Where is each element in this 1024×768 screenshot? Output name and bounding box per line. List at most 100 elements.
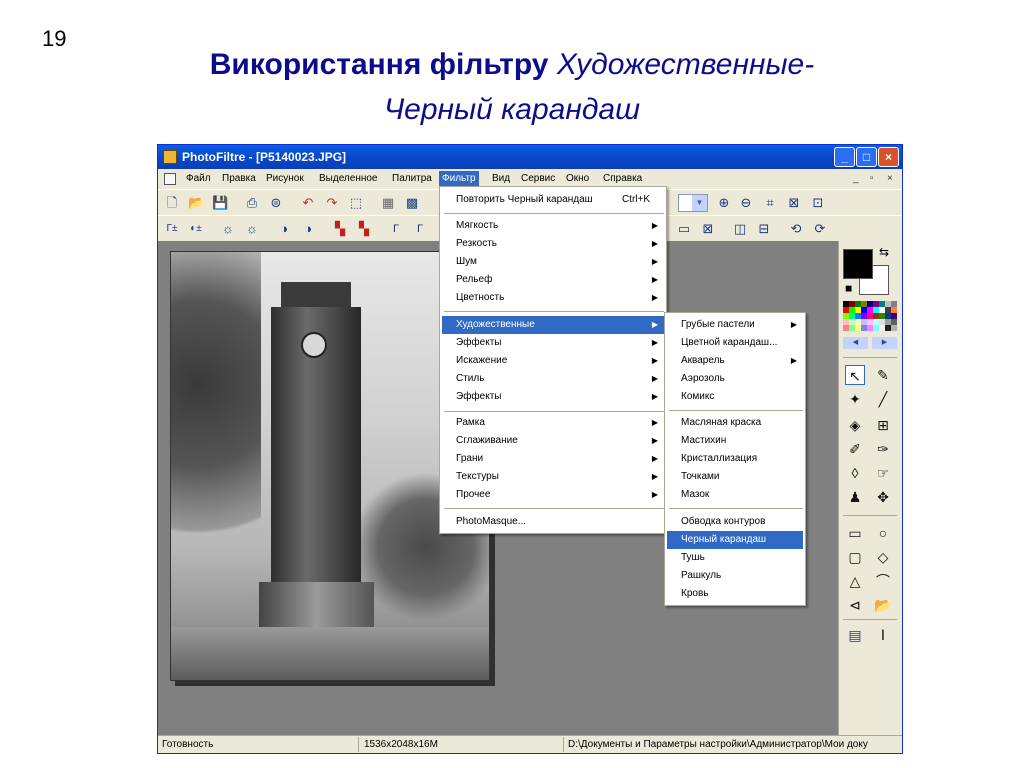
submenu-item-outline[interactable]: Обводка контуров bbox=[667, 513, 803, 531]
grid-icon[interactable]: ▦ bbox=[380, 195, 396, 211]
menu-item-frame[interactable]: Рамка ▶ bbox=[442, 414, 664, 432]
menu-item-effects-2[interactable]: Эффекты ▶ bbox=[442, 388, 664, 406]
menu-item-color[interactable]: Цветность ▶ bbox=[442, 289, 664, 307]
menu-filter[interactable]: Фильтр bbox=[439, 171, 479, 186]
foreground-color[interactable] bbox=[843, 249, 873, 279]
menu-item-other[interactable]: Прочее ▶ bbox=[442, 486, 664, 504]
brightness-up-icon[interactable]: ☼ bbox=[244, 221, 260, 237]
menu-window[interactable]: Окно bbox=[566, 173, 589, 184]
document-icon[interactable] bbox=[164, 173, 176, 185]
zoom-in-icon[interactable]: ⊕ bbox=[716, 195, 732, 211]
save-icon[interactable]: 💾 bbox=[212, 195, 228, 211]
mdi-restore-button[interactable]: ▫ bbox=[870, 173, 874, 184]
submenu-item-crystallize[interactable]: Кристаллизация bbox=[667, 450, 803, 468]
menu-item-relief[interactable]: Рельеф ▶ bbox=[442, 271, 664, 289]
menu-selection[interactable]: Выделенное bbox=[319, 173, 378, 184]
mirror-icon[interactable]: ◫ bbox=[732, 221, 748, 237]
menu-view[interactable]: Вид bbox=[492, 173, 510, 184]
actual-size-icon[interactable]: ⊠ bbox=[786, 195, 802, 211]
menu-item-distortion[interactable]: Искажение ▶ bbox=[442, 352, 664, 370]
diamond-tool-icon[interactable]: ◇ bbox=[873, 547, 893, 567]
redo-icon[interactable]: ↷ bbox=[324, 195, 340, 211]
menu-item-repeat[interactable]: Повторить Черный карандаш Ctrl+K bbox=[442, 191, 664, 209]
stamp-tool-icon[interactable]: ♟ bbox=[845, 487, 865, 507]
submenu-item-palette-knife[interactable]: Мастихин bbox=[667, 432, 803, 450]
submenu-item-watercolor[interactable]: Акварель ▶ bbox=[667, 352, 803, 370]
blur-tool-icon[interactable]: ◊ bbox=[845, 463, 865, 483]
zoom-out-icon[interactable]: ⊖ bbox=[738, 195, 754, 211]
magic-wand-tool-icon[interactable]: ✦ bbox=[845, 389, 865, 409]
new-icon[interactable]: 🗋 bbox=[164, 195, 180, 211]
line-tool-icon[interactable]: ╱ bbox=[873, 389, 893, 409]
menu-item-textures[interactable]: Текстуры ▶ bbox=[442, 468, 664, 486]
submenu-item-ink[interactable]: Тушь bbox=[667, 549, 803, 567]
submenu-item-pointillize[interactable]: Точками bbox=[667, 468, 803, 486]
select-all-icon[interactable]: ⬚ bbox=[348, 195, 364, 211]
fit-window-icon[interactable]: ⌗ bbox=[762, 195, 778, 211]
menu-item-photomasque[interactable]: PhotoMasque... bbox=[442, 513, 664, 531]
brush-tool-icon[interactable]: ✐ bbox=[845, 439, 865, 459]
mdi-close-button[interactable]: × bbox=[887, 173, 893, 184]
rotate-right-icon[interactable]: ⟳ bbox=[812, 221, 828, 237]
palette-swatch[interactable] bbox=[891, 325, 897, 331]
print-icon[interactable]: ⎙ bbox=[244, 195, 260, 211]
text-tool-icon[interactable]: Ⅰ bbox=[873, 625, 893, 645]
brightness-down-icon[interactable]: ☼ bbox=[220, 221, 236, 237]
menu-tools[interactable]: Сервис bbox=[521, 173, 555, 184]
advanced-brush-tool-icon[interactable]: ✑ bbox=[873, 439, 893, 459]
auto-contrast-icon[interactable]: ◐± bbox=[188, 221, 204, 237]
menu-item-edges[interactable]: Грани ▶ bbox=[442, 450, 664, 468]
fullscreen-icon[interactable]: ⊡ bbox=[810, 195, 826, 211]
pointer-tool-icon[interactable]: ↖ bbox=[845, 365, 865, 385]
submenu-item-black-pencil[interactable]: Черный карандаш bbox=[667, 531, 803, 549]
fill-selection-icon[interactable]: ▤ bbox=[845, 625, 865, 645]
flip-icon[interactable]: ⊟ bbox=[756, 221, 772, 237]
color-picker-icon[interactable]: ▩ bbox=[404, 195, 420, 211]
submenu-item-charcoal[interactable]: Рашкуль bbox=[667, 567, 803, 585]
open-icon[interactable]: 📂 bbox=[188, 195, 204, 211]
menu-image[interactable]: Рисунок bbox=[266, 173, 304, 184]
submenu-item-comic[interactable]: Комикс bbox=[667, 388, 803, 406]
gamma-up-icon[interactable]: Γ bbox=[412, 221, 428, 237]
clone-tool-icon[interactable]: ✥ bbox=[873, 487, 893, 507]
window-titlebar[interactable]: PhotoFiltre - [P5140023.JPG] _ □ × bbox=[158, 145, 902, 169]
minimize-button[interactable]: _ bbox=[834, 147, 855, 167]
menu-item-sharpness[interactable]: Резкость ▶ bbox=[442, 235, 664, 253]
submenu-item-color-pencil[interactable]: Цветной карандаш... bbox=[667, 334, 803, 352]
app-icon[interactable] bbox=[163, 150, 177, 164]
menu-palette[interactable]: Палитра bbox=[392, 173, 432, 184]
palette-next-button[interactable]: ▶ bbox=[872, 337, 897, 349]
menu-edit[interactable]: Правка bbox=[222, 173, 256, 184]
polygon-tool-icon[interactable]: ⊲ bbox=[845, 595, 865, 615]
ellipse-tool-icon[interactable]: ○ bbox=[873, 523, 893, 543]
submenu-item-airbrush[interactable]: Аэрозоль bbox=[667, 370, 803, 388]
menu-item-softness[interactable]: Мягкость ▶ bbox=[442, 217, 664, 235]
submenu-item-blood[interactable]: Кровь bbox=[667, 585, 803, 603]
menu-item-effects[interactable]: Эффекты ▶ bbox=[442, 334, 664, 352]
submenu-item-stroke[interactable]: Мазок bbox=[667, 486, 803, 504]
chevron-down-icon[interactable]: ▼ bbox=[692, 195, 707, 211]
folder-tool-icon[interactable]: 📂 bbox=[873, 595, 893, 615]
monitor-icon[interactable]: ▭ bbox=[676, 221, 692, 237]
auto-levels-icon[interactable]: Γ± bbox=[164, 221, 180, 237]
smudge-tool-icon[interactable]: ☞ bbox=[873, 463, 893, 483]
eyedropper-tool-icon[interactable]: ✎ bbox=[873, 365, 893, 385]
submenu-item-oil-paint[interactable]: Масляная краска bbox=[667, 414, 803, 432]
rectangle-tool-icon[interactable]: ▭ bbox=[845, 523, 865, 543]
gamma-down-icon[interactable]: Γ bbox=[388, 221, 404, 237]
contrast-down-icon[interactable]: ◑ bbox=[276, 221, 292, 237]
rotate-left-icon[interactable]: ⟲ bbox=[788, 221, 804, 237]
close-button[interactable]: × bbox=[878, 147, 899, 167]
spray-tool-icon[interactable]: ⊞ bbox=[873, 415, 893, 435]
menu-item-noise[interactable]: Шум ▶ bbox=[442, 253, 664, 271]
submenu-item-rough-pastels[interactable]: Грубые пастели ▶ bbox=[667, 316, 803, 334]
menu-file[interactable]: Файл bbox=[186, 173, 211, 184]
lasso-tool-icon[interactable]: ⌒ bbox=[873, 571, 893, 591]
menu-item-artistic[interactable]: Художественные ▶ bbox=[442, 316, 664, 334]
zoom-combo[interactable]: ▼ bbox=[678, 194, 708, 212]
fill-tool-icon[interactable]: ◈ bbox=[845, 415, 865, 435]
transform-icon[interactable]: ⊠ bbox=[700, 221, 716, 237]
triangle-tool-icon[interactable]: △ bbox=[845, 571, 865, 591]
swap-colors-icon[interactable]: ⇆ bbox=[879, 245, 889, 259]
color-palette[interactable] bbox=[843, 301, 897, 331]
